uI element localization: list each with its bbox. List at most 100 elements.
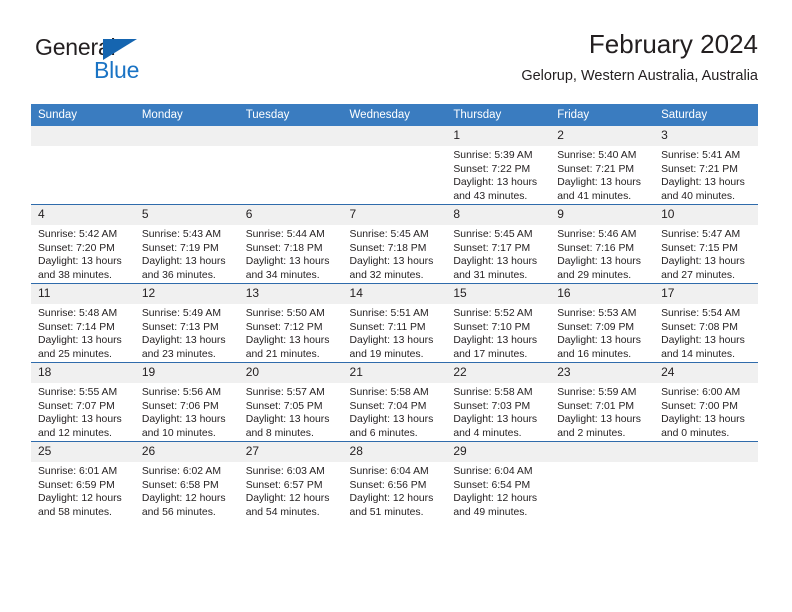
calendar-day-cell[interactable]: 20 Sunrise: 5:57 AM Sunset: 7:05 PM Dayligh… — [238, 362, 343, 442]
day-number — [31, 126, 135, 146]
sunset-text: Sunset: 7:15 PM — [661, 242, 738, 254]
sunset-text: Sunset: 7:06 PM — [141, 400, 219, 412]
sunset-text: Sunset: 6:54 PM — [453, 479, 531, 491]
day-details: Sunrise: 5:53 AM Sunset: 7:09 PM Daylight:… — [550, 304, 654, 361]
day-number: 17 — [654, 284, 758, 304]
day-details: Sunrise: 5:52 AM Sunset: 7:10 PM Daylight:… — [446, 304, 550, 361]
sunset-text: Sunset: 6:57 PM — [245, 479, 323, 491]
calendar-day-cell[interactable]: 9 Sunrise: 5:46 AM Sunset: 7:16 PM Daylight… — [550, 204, 655, 284]
day-details: Sunrise: 5:49 AM Sunset: 7:13 PM Daylight:… — [135, 304, 239, 361]
sunrise-text: Sunrise: 5:43 AM — [141, 229, 221, 240]
day-number — [238, 126, 343, 146]
calendar-header-row: Sunday Monday Tuesday Wednesday Thursday… — [31, 104, 758, 126]
calendar-day-cell[interactable]: 1 Sunrise: 5:39 AM Sunset: 7:22 PM Daylight… — [446, 126, 551, 205]
sunrise-text: Sunrise: 5:50 AM — [245, 308, 325, 319]
calendar-cell-empty — [238, 126, 343, 205]
calendar-day-cell[interactable]: 11 Sunrise: 5:48 AM Sunset: 7:14 PM Dayligh… — [31, 283, 135, 363]
calendar-day-cell[interactable]: 23 Sunrise: 5:59 AM Sunset: 7:01 PM Dayligh… — [550, 362, 655, 442]
sunset-text: Sunset: 6:56 PM — [349, 479, 427, 491]
daylight-text: Daylight: 13 hours and 34 minutes. — [245, 256, 330, 281]
day-number: 25 — [31, 442, 135, 462]
calendar-day-cell[interactable]: 2 Sunrise: 5:40 AM Sunset: 7:21 PM Daylight… — [550, 126, 655, 205]
calendar-day-cell[interactable]: 14 Sunrise: 5:51 AM Sunset: 7:11 PM Dayligh… — [342, 283, 447, 363]
day-number: 3 — [654, 126, 758, 146]
general-blue-logo[interactable]: General Blue — [35, 34, 175, 90]
calendar-day-cell[interactable]: 4 Sunrise: 5:42 AM Sunset: 7:20 PM Daylight… — [31, 204, 135, 284]
day-number: 9 — [550, 205, 655, 225]
daylight-text: Daylight: 13 hours and 14 minutes. — [661, 335, 745, 360]
day-details: Sunrise: 5:47 AM Sunset: 7:15 PM Daylight:… — [654, 225, 758, 282]
calendar-day-cell[interactable]: 5 Sunrise: 5:43 AM Sunset: 7:19 PM Daylight… — [134, 204, 239, 284]
daylight-text: Daylight: 13 hours and 4 minutes. — [453, 414, 538, 439]
sunset-text: Sunset: 7:18 PM — [349, 242, 427, 254]
sunrise-text: Sunrise: 5:45 AM — [349, 229, 429, 240]
day-details: Sunrise: 5:55 AM Sunset: 7:07 PM Daylight:… — [31, 383, 135, 440]
day-number: 22 — [446, 363, 551, 383]
daylight-text: Daylight: 13 hours and 27 minutes. — [661, 256, 745, 281]
weekday-header-sunday: Sunday — [31, 104, 135, 126]
day-number: 12 — [134, 284, 239, 304]
calendar-day-cell[interactable]: 10 Sunrise: 5:47 AM Sunset: 7:15 PM Dayligh… — [654, 204, 758, 284]
day-details: Sunrise: 5:44 AM Sunset: 7:18 PM Daylight:… — [239, 225, 343, 282]
sunrise-text: Sunrise: 5:51 AM — [349, 308, 429, 319]
calendar-day-cell[interactable]: 19 Sunrise: 5:56 AM Sunset: 7:06 PM Dayligh… — [134, 362, 239, 442]
day-details: Sunrise: 5:48 AM Sunset: 7:14 PM Daylight:… — [31, 304, 135, 361]
sunset-text: Sunset: 7:13 PM — [141, 321, 219, 333]
day-details: Sunrise: 5:58 AM Sunset: 7:03 PM Daylight:… — [446, 383, 550, 440]
daylight-text: Daylight: 13 hours and 16 minutes. — [557, 335, 641, 360]
sunrise-text: Sunrise: 5:44 AM — [245, 229, 325, 240]
day-number: 5 — [134, 205, 239, 225]
calendar-day-cell[interactable]: 27 Sunrise: 6:03 AM Sunset: 6:57 PM Dayligh… — [238, 441, 343, 520]
calendar-cell-empty — [134, 126, 239, 205]
daylight-text: Daylight: 13 hours and 10 minutes. — [141, 414, 226, 439]
calendar-day-cell[interactable]: 21 Sunrise: 5:58 AM Sunset: 7:04 PM Dayligh… — [342, 362, 447, 442]
calendar-day-cell[interactable]: 12 Sunrise: 5:49 AM Sunset: 7:13 PM Dayligh… — [134, 283, 239, 363]
calendar-day-cell[interactable]: 22 Sunrise: 5:58 AM Sunset: 7:03 PM Dayligh… — [446, 362, 551, 442]
sunrise-text: Sunrise: 5:55 AM — [38, 387, 118, 398]
sunrise-sunset-calendar: Sunday Monday Tuesday Wednesday Thursday… — [31, 104, 758, 520]
sunrise-text: Sunrise: 5:57 AM — [245, 387, 325, 398]
sunset-text: Sunset: 6:58 PM — [141, 479, 219, 491]
day-number: 24 — [654, 363, 758, 383]
calendar-day-cell[interactable]: 7 Sunrise: 5:45 AM Sunset: 7:18 PM Daylight… — [342, 204, 447, 284]
calendar-day-cell[interactable]: 15 Sunrise: 5:52 AM Sunset: 7:10 PM Dayligh… — [446, 283, 551, 363]
calendar-day-cell[interactable]: 29 Sunrise: 6:04 AM Sunset: 6:54 PM Dayligh… — [446, 441, 551, 520]
calendar-day-cell[interactable]: 8 Sunrise: 5:45 AM Sunset: 7:17 PM Daylight… — [446, 204, 551, 284]
sunrise-text: Sunrise: 5:49 AM — [141, 308, 221, 319]
sunrise-text: Sunrise: 6:02 AM — [141, 466, 221, 477]
sunset-text: Sunset: 7:01 PM — [557, 400, 635, 412]
day-number: 8 — [446, 205, 551, 225]
day-number: 16 — [550, 284, 655, 304]
calendar-day-cell[interactable]: 17 Sunrise: 5:54 AM Sunset: 7:08 PM Dayligh… — [654, 283, 758, 363]
sunset-text: Sunset: 7:03 PM — [453, 400, 531, 412]
title-block: February 2024 Gelorup, Western Australia… — [521, 28, 758, 86]
calendar-day-cell[interactable]: 18 Sunrise: 5:55 AM Sunset: 7:07 PM Dayligh… — [31, 362, 135, 442]
sunrise-text: Sunrise: 5:47 AM — [661, 229, 741, 240]
daylight-text: Daylight: 13 hours and 2 minutes. — [557, 414, 641, 439]
calendar-day-cell[interactable]: 16 Sunrise: 5:53 AM Sunset: 7:09 PM Dayligh… — [550, 283, 655, 363]
day-details: Sunrise: 5:59 AM Sunset: 7:01 PM Daylight:… — [550, 383, 654, 440]
calendar-day-cell[interactable]: 13 Sunrise: 5:50 AM Sunset: 7:12 PM Dayligh… — [238, 283, 343, 363]
sunset-text: Sunset: 7:20 PM — [38, 242, 115, 254]
sunset-text: Sunset: 7:14 PM — [38, 321, 115, 333]
day-number — [342, 126, 447, 146]
page-title: February 2024 — [588, 29, 758, 59]
calendar-day-cell[interactable]: 24 Sunrise: 6:00 AM Sunset: 7:00 PM Dayligh… — [654, 362, 758, 442]
day-number: 11 — [31, 284, 135, 304]
daylight-text: Daylight: 13 hours and 29 minutes. — [557, 256, 641, 281]
sunrise-text: Sunrise: 5:52 AM — [453, 308, 533, 319]
day-details: Sunrise: 5:39 AM Sunset: 7:22 PM Daylight:… — [446, 146, 550, 203]
sunset-text: Sunset: 7:04 PM — [349, 400, 427, 412]
calendar-cell-empty — [550, 441, 655, 520]
sunset-text: Sunset: 7:17 PM — [453, 242, 531, 254]
calendar-day-cell[interactable]: 28 Sunrise: 6:04 AM Sunset: 6:56 PM Dayligh… — [342, 441, 447, 520]
day-number — [654, 442, 758, 462]
calendar-day-cell[interactable]: 6 Sunrise: 5:44 AM Sunset: 7:18 PM Daylight… — [238, 204, 343, 284]
daylight-text: Daylight: 13 hours and 21 minutes. — [245, 335, 330, 360]
day-details: Sunrise: 5:46 AM Sunset: 7:16 PM Daylight:… — [550, 225, 654, 282]
sunset-text: Sunset: 7:09 PM — [557, 321, 635, 333]
day-number: 23 — [550, 363, 655, 383]
calendar-day-cell[interactable]: 26 Sunrise: 6:02 AM Sunset: 6:58 PM Dayligh… — [134, 441, 239, 520]
calendar-day-cell[interactable]: 25 Sunrise: 6:01 AM Sunset: 6:59 PM Dayligh… — [31, 441, 135, 520]
calendar-day-cell[interactable]: 3 Sunrise: 5:41 AM Sunset: 7:21 PM Daylight… — [654, 126, 758, 205]
